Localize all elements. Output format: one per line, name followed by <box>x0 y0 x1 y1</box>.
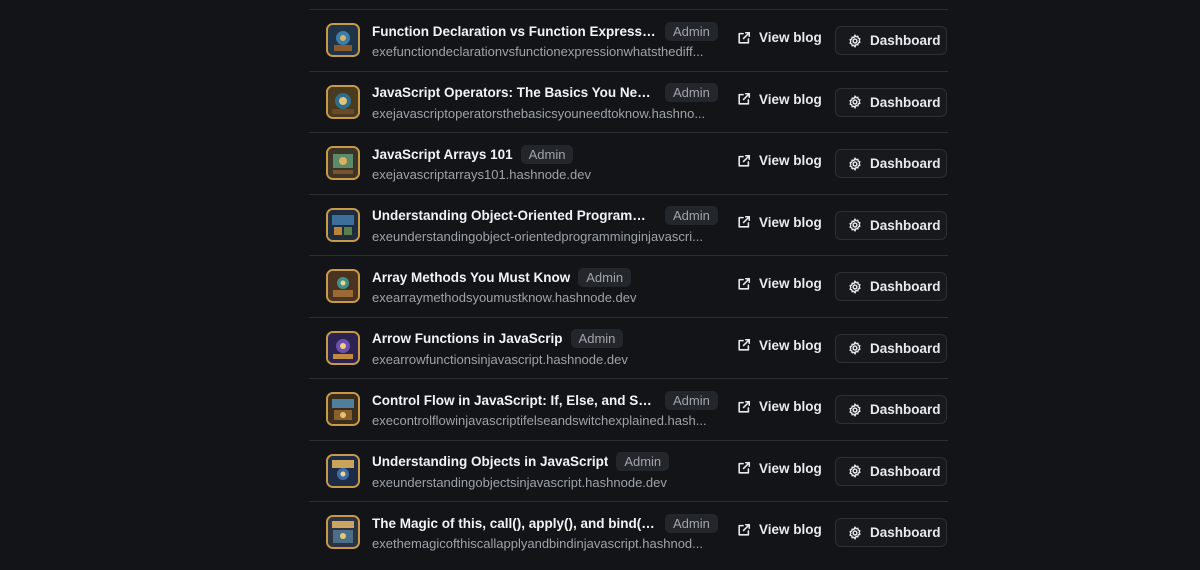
blog-row: Control Flow in JavaScript: If, Else, an… <box>309 379 948 441</box>
blog-domain: execontrolflowinjavascriptifelseandswitc… <box>372 413 707 428</box>
gear-icon <box>849 341 861 355</box>
view-blog-link[interactable]: View blog <box>737 461 822 476</box>
role-badge: Admin <box>665 206 718 225</box>
blog-info: The Magic of this, call(), apply(), and … <box>372 513 719 551</box>
blog-domain: exearraymethodsyoumustknow.hashnode.dev <box>372 290 637 305</box>
blog-info: JavaScript Arrays 101 Admin exejavascrip… <box>372 144 719 182</box>
gear-icon <box>849 156 861 171</box>
blog-title[interactable]: Control Flow in JavaScript: If, Else, an… <box>372 393 657 408</box>
blog-title[interactable]: Array Methods You Must Know <box>372 270 570 285</box>
blog-thumbnail-icon <box>326 146 360 180</box>
dashboard-button[interactable]: Dashboard <box>835 395 947 424</box>
blog-thumbnail-icon <box>326 84 360 119</box>
role-badge: Admin <box>520 144 574 164</box>
blog-thumbnail-icon <box>326 330 360 365</box>
blog-info: Control Flow in JavaScript: If, Else, an… <box>372 390 719 428</box>
external-link-icon <box>738 338 751 351</box>
blog-thumbnail-icon <box>326 207 360 242</box>
blog-info: Arrow Functions in JavaScrip Admin exear… <box>372 329 719 367</box>
external-link-icon <box>738 400 751 413</box>
role-badge: Admin <box>616 452 670 471</box>
blog-domain: exearrowfunctionsinjavascript.hashnode.d… <box>372 351 628 367</box>
blog-row: Array Methods You Must Know Admin exearr… <box>309 256 948 318</box>
blog-info: Understanding Object-Oriented Programmi.… <box>372 206 719 244</box>
blog-domain: exefunctiondeclarationvsfunctionexpressi… <box>372 44 704 59</box>
blog-thumbnail-icon <box>326 269 360 303</box>
view-blog-link[interactable]: View blog <box>737 92 822 107</box>
blog-title[interactable]: Understanding Object-Oriented Programmi.… <box>372 208 657 223</box>
gear-icon <box>849 95 861 109</box>
gear-icon <box>849 464 861 478</box>
dashboard-button[interactable]: Dashboard <box>835 333 947 363</box>
dashboard-button[interactable]: Dashboard <box>835 272 947 301</box>
view-blog-link[interactable]: View blog <box>737 522 822 537</box>
gear-icon <box>849 218 861 232</box>
blog-domain: exeunderstandingobject-orientedprogrammi… <box>372 228 703 244</box>
dashboard-button[interactable]: Dashboard <box>835 149 947 178</box>
blog-title[interactable]: JavaScript Arrays 101 <box>372 147 513 162</box>
gear-icon <box>849 525 861 540</box>
view-blog-link[interactable]: View blog <box>737 153 822 168</box>
blog-info: Array Methods You Must Know Admin exearr… <box>372 267 719 305</box>
external-link-icon <box>738 31 751 44</box>
view-blog-link[interactable]: View blog <box>737 30 822 45</box>
blog-row: The Magic of this, call(), apply(), and … <box>309 502 948 564</box>
blog-info: Function Declaration vs Function Express… <box>372 21 719 59</box>
blog-row: JavaScript Arrays 101 Admin exejavascrip… <box>309 133 948 195</box>
gear-icon <box>849 33 861 48</box>
blog-domain: exejavascriptoperatorsthebasicsyouneedto… <box>372 105 706 121</box>
external-link-icon <box>738 461 751 474</box>
blog-title[interactable]: JavaScript Operators: The Basics You Nee… <box>372 85 657 100</box>
blog-info: JavaScript Operators: The Basics You Nee… <box>372 83 719 121</box>
view-blog-link[interactable]: View blog <box>737 338 822 353</box>
blog-row: JavaScript Operators: The Basics You Nee… <box>309 72 948 133</box>
blog-row: Understanding Objects in JavaScript Admi… <box>309 441 948 502</box>
blog-row: Understanding Object-Oriented Programmi.… <box>309 195 948 256</box>
dashboard-button[interactable]: Dashboard <box>835 210 947 240</box>
dashboard-button[interactable]: Dashboard <box>835 26 947 55</box>
blog-row: Arrow Functions in JavaScrip Admin exear… <box>309 318 948 379</box>
view-blog-link[interactable]: View blog <box>737 215 822 230</box>
dashboard-button[interactable]: Dashboard <box>835 456 947 486</box>
role-badge: Admin <box>665 21 718 41</box>
view-blog-link[interactable]: View blog <box>737 276 822 291</box>
blog-domain: exeunderstandingobjectsinjavascript.hash… <box>372 474 667 490</box>
blog-domain: exethemagicofthiscallapplyandbindinjavas… <box>372 536 703 551</box>
external-link-icon <box>738 523 751 536</box>
external-link-icon <box>738 277 751 290</box>
role-badge: Admin <box>578 267 632 287</box>
blog-row: Function Declaration vs Function Express… <box>309 10 948 72</box>
blog-thumbnail-icon <box>326 392 360 426</box>
blog-thumbnail-icon <box>326 453 360 488</box>
blog-thumbnail-icon <box>326 23 360 57</box>
dashboard-button[interactable]: Dashboard <box>835 87 947 117</box>
role-badge: Admin <box>665 513 718 533</box>
external-link-icon <box>738 154 751 167</box>
gear-icon <box>849 402 861 417</box>
role-badge: Admin <box>570 329 624 348</box>
blog-title[interactable]: Understanding Objects in JavaScript <box>372 454 608 469</box>
blog-thumbnail-icon <box>326 515 360 549</box>
role-badge: Admin <box>665 83 718 102</box>
role-badge: Admin <box>665 390 718 410</box>
external-link-icon <box>738 92 751 105</box>
blog-list: Function Declaration vs Function Express… <box>309 9 948 564</box>
blog-title[interactable]: The Magic of this, call(), apply(), and … <box>372 516 657 531</box>
blog-info: Understanding Objects in JavaScript Admi… <box>372 452 719 490</box>
blog-domain: exejavascriptarrays101.hashnode.dev <box>372 167 591 182</box>
view-blog-link[interactable]: View blog <box>737 399 822 414</box>
blog-title[interactable]: Arrow Functions in JavaScrip <box>372 331 563 346</box>
blog-title[interactable]: Function Declaration vs Function Express… <box>372 24 657 39</box>
gear-icon <box>849 279 861 294</box>
dashboard-button[interactable]: Dashboard <box>835 518 947 547</box>
external-link-icon <box>738 215 751 228</box>
